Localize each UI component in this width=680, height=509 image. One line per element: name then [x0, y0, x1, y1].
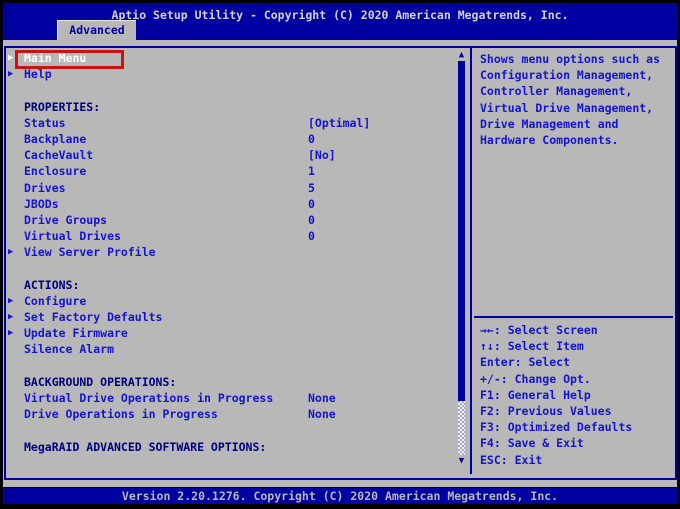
menu-item-update-firmware[interactable]: ▶ Update Firmware: [8, 325, 456, 341]
hotkey-f4-save-exit: F4: Save & Exit: [474, 435, 673, 451]
blank-row: [8, 358, 456, 374]
property-label: Status: [24, 115, 66, 131]
scrollbar[interactable]: ▲ ▼: [456, 49, 467, 471]
section-label: ACTIONS:: [24, 277, 79, 293]
property-label: Virtual Drive Operations in Progress: [24, 390, 273, 406]
property-row-vd-operations[interactable]: Virtual Drive Operations in Progress Non…: [8, 390, 456, 406]
section-header-megaraid-options: MegaRAID ADVANCED SOFTWARE OPTIONS:: [8, 439, 456, 455]
property-value: 0: [308, 228, 315, 244]
menu-item-label: Set Factory Defaults: [24, 309, 162, 325]
menu-item-label: View Server Profile: [24, 244, 156, 260]
section-header-background-operations: BACKGROUND OPERATIONS:: [8, 374, 456, 390]
property-label: JBODs: [24, 196, 59, 212]
scroll-down-icon[interactable]: ▼: [456, 455, 467, 467]
help-text-line: Drive Management and: [480, 116, 673, 132]
menu-item-set-factory-defaults[interactable]: ▶ Set Factory Defaults: [8, 309, 456, 325]
section-header-actions: ACTIONS:: [8, 277, 456, 293]
property-value: 0: [308, 196, 315, 212]
menu-item-label: Help: [24, 66, 52, 82]
help-text-line: Configuration Management,: [480, 67, 673, 83]
property-row-jbods[interactable]: JBODs 0: [8, 196, 456, 212]
content-box: ▶ Main Menu ▶ Help PROPERTIES: Status [O…: [4, 46, 677, 480]
property-value: None: [308, 390, 336, 406]
item-arrow-icon: ▶: [8, 293, 22, 309]
property-value: 5: [308, 180, 315, 196]
menu-item-view-server-profile[interactable]: ▶ View Server Profile: [8, 244, 456, 260]
property-label: CacheVault: [24, 147, 93, 163]
menu-item-main-menu[interactable]: ▶ Main Menu: [8, 50, 456, 66]
menu-item-silence-alarm[interactable]: Silence Alarm: [8, 341, 456, 357]
property-label: Drive Operations in Progress: [24, 406, 218, 422]
section-header-properties: PROPERTIES:: [8, 99, 456, 115]
hotkey-select-item: ↑↓: Select Item: [474, 338, 673, 354]
property-label: Drive Groups: [24, 212, 107, 228]
hotkey-enter-select: Enter: Select: [474, 354, 673, 370]
property-value: [Optimal]: [308, 115, 370, 131]
blank-row: [8, 422, 456, 438]
property-value: 1: [308, 163, 315, 179]
property-row-drive-operations[interactable]: Drive Operations in Progress None: [8, 406, 456, 422]
menu-item-label: Update Firmware: [24, 325, 128, 341]
item-arrow-icon: ▶: [8, 325, 22, 341]
hotkey-esc-exit: ESC: Exit: [474, 452, 673, 468]
section-label: BACKGROUND OPERATIONS:: [24, 374, 176, 390]
footer-version-text: Version 2.20.1276. Copyright (C) 2020 Am…: [3, 488, 677, 504]
help-text-line: Hardware Components.: [480, 132, 673, 148]
property-row-status[interactable]: Status [Optimal]: [8, 115, 456, 131]
property-label: Drives: [24, 180, 66, 196]
property-value: 0: [308, 212, 315, 228]
section-label: PROPERTIES:: [24, 99, 100, 115]
property-row-drives[interactable]: Drives 5: [8, 180, 456, 196]
property-label: Enclosure: [24, 163, 86, 179]
item-arrow-icon: ▶: [8, 66, 22, 82]
hotkey-select-screen: →←: Select Screen: [474, 322, 673, 338]
menu-list: ▶ Main Menu ▶ Help PROPERTIES: Status [O…: [8, 50, 456, 455]
scroll-up-icon[interactable]: ▲: [456, 49, 467, 61]
hotkey-f1-general-help: F1: General Help: [474, 387, 673, 403]
property-label: Virtual Drives: [24, 228, 121, 244]
tab-advanced[interactable]: Advanced: [57, 20, 136, 40]
property-value: [No]: [308, 147, 336, 163]
help-text-line: Controller Management,: [480, 83, 673, 99]
property-label: Backplane: [24, 131, 86, 147]
footer-bar: Version 2.20.1276. Copyright (C) 2020 Am…: [3, 488, 677, 504]
menu-item-configure[interactable]: ▶ Configure: [8, 293, 456, 309]
help-text-line: Virtual Drive Management,: [480, 100, 673, 116]
property-row-cachevault[interactable]: CacheVault [No]: [8, 147, 456, 163]
help-text-line: Shows menu options such as: [480, 51, 673, 67]
scrollbar-track[interactable]: [458, 401, 465, 455]
item-arrow-icon: ▶: [8, 244, 22, 260]
blank-row: [8, 82, 456, 98]
property-row-virtual-drives[interactable]: Virtual Drives 0: [8, 228, 456, 244]
menu-item-help[interactable]: ▶ Help: [8, 66, 456, 82]
menu-item-label: Silence Alarm: [24, 341, 114, 357]
title-bar: Aptio Setup Utility - Copyright (C) 2020…: [3, 3, 677, 40]
property-value: 0: [308, 131, 315, 147]
blank-row: [8, 260, 456, 276]
help-text: Shows menu options such as Configuration…: [480, 51, 673, 148]
hotkey-f3-optimized-defaults: F3: Optimized Defaults: [474, 419, 673, 435]
help-panel: Shows menu options such as Configuration…: [472, 48, 675, 478]
property-value: None: [308, 406, 336, 422]
item-arrow-icon: ▶: [8, 309, 22, 325]
hotkey-f2-previous-values: F2: Previous Values: [474, 403, 673, 419]
bios-setup-screen: Aptio Setup Utility - Copyright (C) 2020…: [0, 0, 680, 509]
hotkey-legend: →←: Select Screen ↑↓: Select Item Enter:…: [474, 316, 673, 468]
scrollbar-thumb[interactable]: [458, 61, 465, 401]
section-label: MegaRAID ADVANCED SOFTWARE OPTIONS:: [24, 439, 266, 455]
property-row-backplane[interactable]: Backplane 0: [8, 131, 456, 147]
property-row-enclosure[interactable]: Enclosure 1: [8, 163, 456, 179]
main-area: ▶ Main Menu ▶ Help PROPERTIES: Status [O…: [3, 40, 677, 487]
hotkey-change-opt: +/-: Change Opt.: [474, 371, 673, 387]
property-row-drive-groups[interactable]: Drive Groups 0: [8, 212, 456, 228]
menu-item-label: Configure: [24, 293, 86, 309]
